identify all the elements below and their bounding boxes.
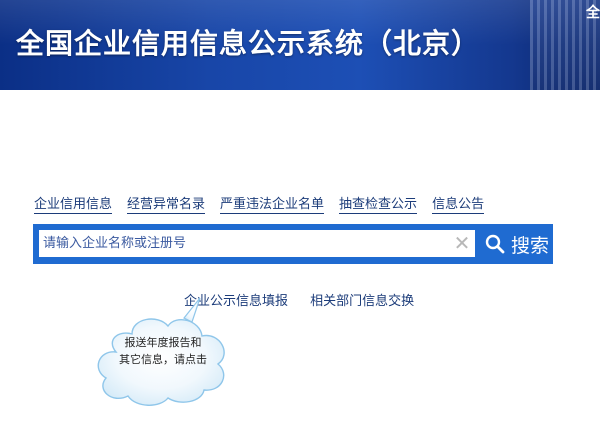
nav-link-abnormal-list[interactable]: 经营异常名录: [127, 197, 206, 214]
search-button[interactable]: 搜索: [481, 224, 553, 264]
nav-link-serious-violation-list[interactable]: 严重违法企业名单: [220, 197, 325, 214]
search-icon: [485, 234, 505, 254]
page-title: 全国企业信用信息公示系统（北京）: [16, 27, 481, 60]
nav-link-announcements[interactable]: 信息公告: [432, 197, 485, 214]
search-bar: ✕ 搜索: [33, 224, 553, 264]
nav-link-spot-check[interactable]: 抽查检查公示: [339, 197, 418, 214]
clear-icon[interactable]: ✕: [453, 233, 471, 253]
tooltip-line-1: 报送年度报告和: [124, 336, 202, 349]
banner-corner-text: 全: [586, 5, 600, 21]
header-banner: 全 全国企业信用信息公示系统（北京）: [0, 0, 600, 90]
tooltip-text[interactable]: 报送年度报告和 其它信息，请点击: [103, 334, 223, 368]
search-input[interactable]: [39, 230, 475, 257]
tooltip-line-2: 其它信息，请点击: [119, 353, 207, 366]
link-dept-exchange[interactable]: 相关部门信息交换: [310, 294, 414, 309]
category-nav: 企业信用信息 经营异常名录 严重违法企业名单 抽查检查公示 信息公告: [34, 197, 485, 214]
nav-link-enterprise-credit[interactable]: 企业信用信息: [34, 197, 113, 214]
search-button-label: 搜索: [510, 234, 549, 257]
page: 全 全国企业信用信息公示系统（北京） 企业信用信息 经营异常名录 严重违法企业名…: [0, 0, 600, 428]
